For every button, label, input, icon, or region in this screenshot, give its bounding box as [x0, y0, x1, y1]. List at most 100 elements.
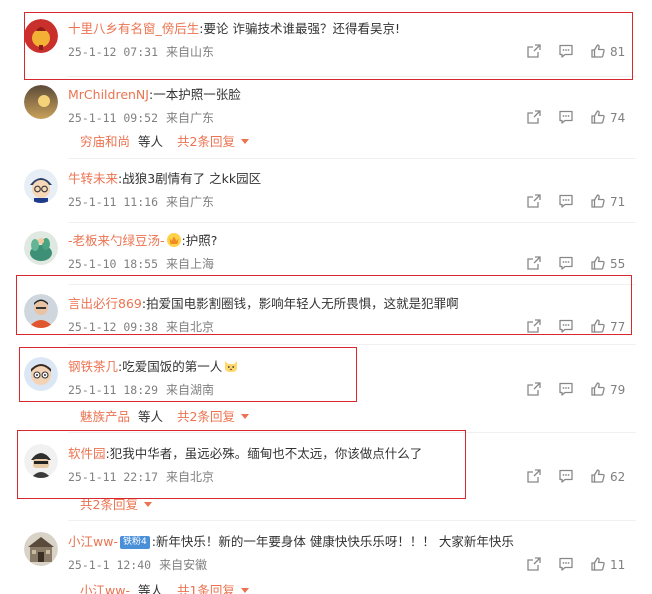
- comment-icon[interactable]: [558, 468, 574, 486]
- comment-icon[interactable]: [558, 109, 574, 127]
- comment-icon[interactable]: [558, 193, 574, 211]
- cat-emoji-icon: [223, 358, 239, 374]
- comment-actions: 81: [526, 43, 636, 61]
- comment-actions: 74: [526, 109, 636, 127]
- helmet-figure-avatar-icon[interactable]: [24, 444, 58, 478]
- comment-username[interactable]: 十里八乡有名窗_傍后生: [68, 21, 199, 36]
- comment-date: 25-1-11 18:29: [68, 383, 159, 397]
- divider: [68, 432, 636, 433]
- comment-line: 钢铁茶几:吃爱国饭的第一人: [68, 358, 239, 376]
- comment-text: :要论 诈骗技术谁最强？还得看吴京!: [199, 21, 400, 36]
- comment-location: 来自北京: [166, 320, 215, 334]
- more-replies-link[interactable]: 共2条回复: [177, 134, 235, 149]
- comment-date: 25-1-12 07:31: [68, 45, 159, 59]
- cartoon-boy-avatar-icon[interactable]: [24, 169, 58, 203]
- thumbs-up-icon[interactable]: [590, 43, 606, 61]
- like-count: 55: [610, 257, 626, 271]
- green-plant-avatar-icon[interactable]: [24, 231, 58, 265]
- comment-line: 牛转未来:战狼3剧情有了 之kk园区: [68, 170, 261, 188]
- comment-username[interactable]: 牛转未来: [68, 171, 118, 186]
- comment-text: :战狼3剧情有了 之kk园区: [118, 171, 262, 186]
- share-icon[interactable]: [526, 193, 542, 211]
- comment-item: 小江ww- 铁粉4:新年快乐！新的一年要身体 健康快快乐乐呀！！！ 大家新年快乐 …: [0, 529, 652, 591]
- more-replies-link[interactable]: 共2条回复: [177, 409, 235, 424]
- chevron-down-icon[interactable]: [240, 588, 249, 593]
- share-icon[interactable]: [526, 109, 542, 127]
- like-count: 81: [610, 45, 626, 59]
- person-photo-avatar-icon[interactable]: [24, 294, 58, 328]
- fan-badge: 铁粉4: [119, 536, 150, 549]
- red-lantern-avatar-icon[interactable]: [24, 19, 58, 53]
- reply-summary: 穷庙和尚 等人 共2条回复: [80, 134, 249, 150]
- comment-username[interactable]: -老板来勺绿豆汤-: [68, 233, 165, 248]
- thumbs-up-icon[interactable]: [590, 556, 606, 574]
- reply-deng: 等人: [138, 409, 164, 424]
- comment-location: 来自广东: [166, 111, 215, 125]
- comment-feed: 十里八乡有名窗_傍后生:要论 诈骗技术谁最强？还得看吴京! 25-1-12 07…: [0, 0, 652, 594]
- comment-icon[interactable]: [558, 381, 574, 399]
- comment-meta: 25-1-12 07:31 来自山东: [68, 44, 214, 60]
- sunset-avatar-icon[interactable]: [24, 85, 58, 119]
- comment-actions: 79: [526, 381, 636, 399]
- thumbs-up-icon[interactable]: [590, 318, 606, 336]
- share-icon[interactable]: [526, 43, 542, 61]
- divider: [68, 520, 636, 521]
- comment-location: 来自上海: [166, 257, 215, 271]
- comment-username[interactable]: 软件园: [68, 446, 106, 461]
- comment-item: 软件园:犯我中华者，虽远必殊。缅甸也不太远，你该做点什么了 25-1-11 22…: [0, 441, 652, 503]
- chevron-down-icon[interactable]: [240, 414, 249, 419]
- more-replies-link[interactable]: 共2条回复: [80, 497, 138, 512]
- reply-user[interactable]: 小江ww-: [80, 583, 130, 594]
- comment-icon[interactable]: [558, 255, 574, 273]
- share-icon[interactable]: [526, 318, 542, 336]
- comment-icon[interactable]: [558, 318, 574, 336]
- thumbs-up-icon[interactable]: [590, 468, 606, 486]
- comment-username[interactable]: 钢铁茶几: [68, 359, 118, 374]
- thumbs-up-icon[interactable]: [590, 255, 606, 273]
- comment-line: 软件园:犯我中华者，虽远必殊。缅甸也不太远，你该做点什么了: [68, 445, 422, 463]
- divider: [68, 76, 636, 77]
- comment-line: MrChildrenNJ:一本护照一张脸: [68, 86, 241, 104]
- chevron-down-icon[interactable]: [143, 502, 152, 507]
- divider: [68, 344, 636, 345]
- comment-location: 来自广东: [166, 195, 215, 209]
- comment-icon[interactable]: [558, 43, 574, 61]
- reply-summary: 小江ww- 等人 共1条回复: [80, 583, 249, 594]
- comment-line: 言出必行869:拍爱国电影割圈钱，影响年轻人无所畏惧，这就是犯罪啊: [68, 295, 459, 313]
- comment-line: -老板来勺绿豆汤-:护照?: [68, 232, 217, 250]
- thumbs-up-icon[interactable]: [590, 193, 606, 211]
- comment-line: 十里八乡有名窗_傍后生:要论 诈骗技术谁最强？还得看吴京!: [68, 20, 400, 38]
- chevron-down-icon[interactable]: [240, 139, 249, 144]
- cartoon-glasses-avatar-icon[interactable]: [24, 357, 58, 391]
- comment-text: :新年快乐！新的一年要身体 健康快快乐乐呀！！！ 大家新年快乐: [151, 534, 514, 549]
- share-icon[interactable]: [526, 381, 542, 399]
- like-count: 62: [610, 470, 626, 484]
- comment-location: 来自安徽: [159, 558, 208, 572]
- comment-text: :吃爱国饭的第一人: [118, 359, 223, 374]
- reply-user[interactable]: 穷庙和尚: [80, 134, 130, 149]
- comment-username[interactable]: MrChildrenNJ: [68, 87, 149, 102]
- divider: [68, 284, 636, 285]
- comment-icon[interactable]: [558, 556, 574, 574]
- more-replies-link[interactable]: 共1条回复: [177, 583, 235, 594]
- comment-actions: 77: [526, 318, 636, 336]
- building-photo-avatar-icon[interactable]: [24, 532, 58, 566]
- comment-location: 来自北京: [166, 470, 215, 484]
- comment-actions: 62: [526, 468, 636, 486]
- like-count: 74: [610, 111, 626, 125]
- like-count: 11: [610, 558, 626, 572]
- share-icon[interactable]: [526, 556, 542, 574]
- comment-meta: 25-1-11 22:17 来自北京: [68, 469, 214, 485]
- comment-username[interactable]: 小江ww-: [68, 534, 118, 549]
- reply-user[interactable]: 魅族产品: [80, 409, 130, 424]
- comment-text: :拍爱国电影割圈钱，影响年轻人无所畏惧，这就是犯罪啊: [141, 296, 459, 311]
- share-icon[interactable]: [526, 468, 542, 486]
- comment-date: 25-1-10 18:55: [68, 257, 159, 271]
- share-icon[interactable]: [526, 255, 542, 273]
- comment-line: 小江ww- 铁粉4:新年快乐！新的一年要身体 健康快快乐乐呀！！！ 大家新年快乐: [68, 533, 514, 551]
- comment-item: 十里八乡有名窗_傍后生:要论 诈骗技术谁最强？还得看吴京! 25-1-12 07…: [0, 16, 652, 78]
- thumbs-up-icon[interactable]: [590, 109, 606, 127]
- comment-username[interactable]: 言出必行869: [68, 296, 142, 311]
- reply-deng: 等人: [137, 583, 163, 594]
- thumbs-up-icon[interactable]: [590, 381, 606, 399]
